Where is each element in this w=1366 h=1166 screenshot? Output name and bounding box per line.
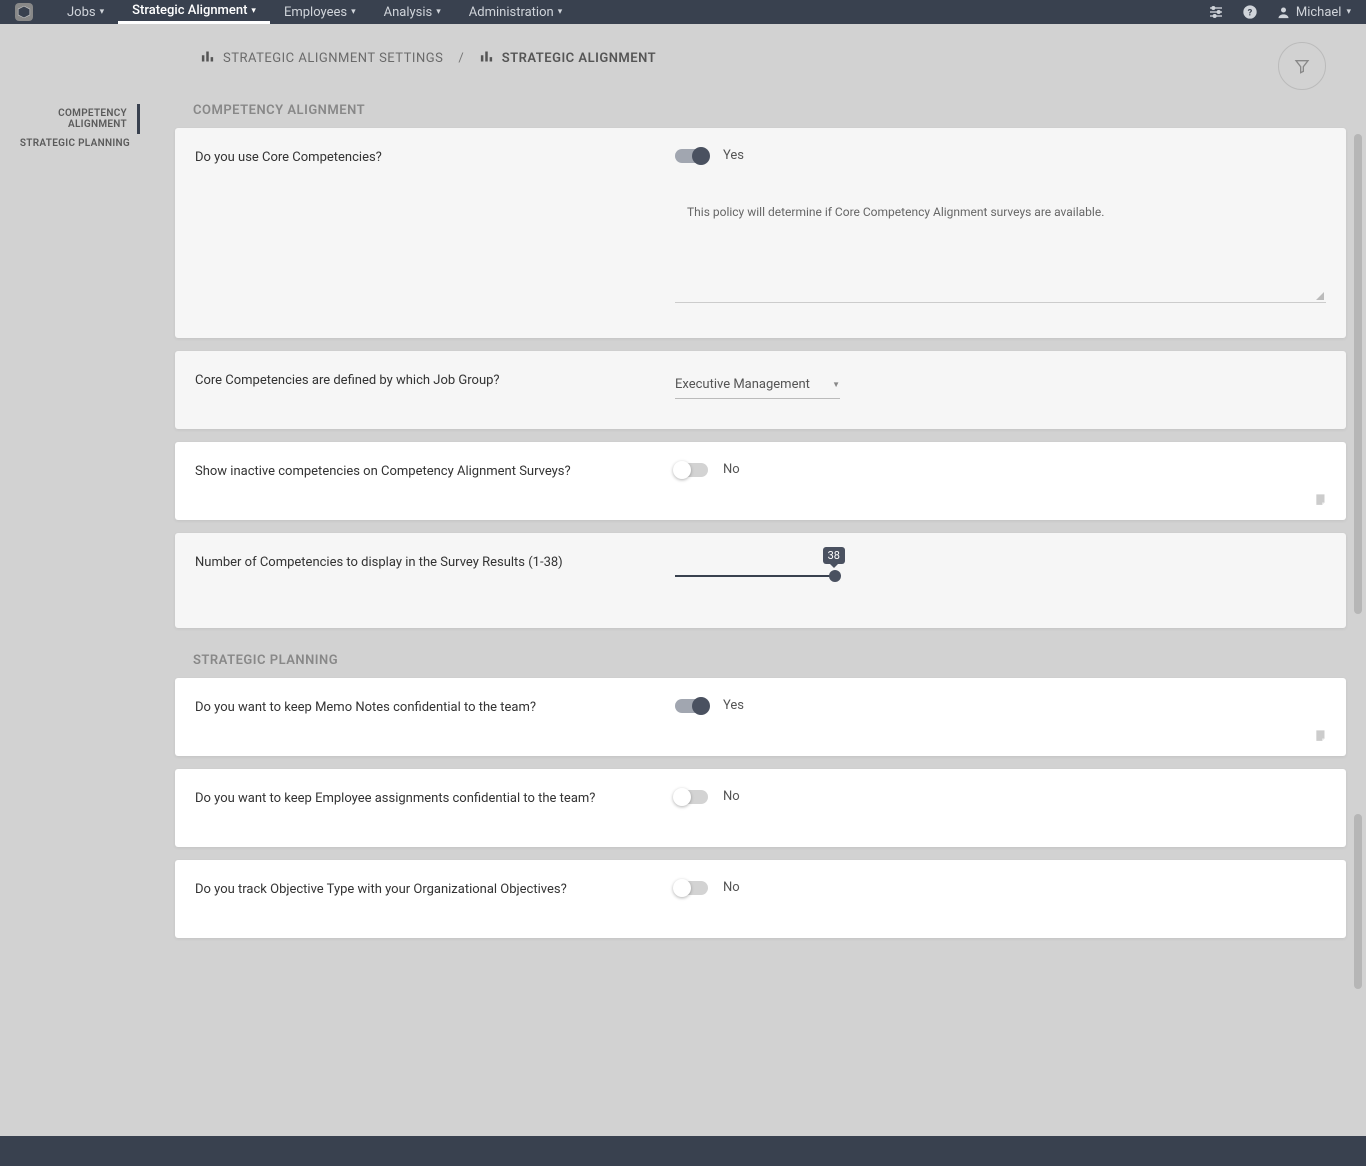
- chevron-down-icon: ▾: [1346, 7, 1351, 17]
- section-title-competency: COMPETENCY ALIGNMENT: [175, 103, 1346, 118]
- toggle-core-competencies[interactable]: [675, 149, 708, 163]
- user-name: Michael: [1296, 5, 1342, 20]
- nav-label: Analysis: [384, 5, 433, 20]
- footer-bar: [0, 1136, 1366, 1166]
- setting-label: Do you want to keep Memo Notes confident…: [195, 698, 675, 736]
- toggle-memo-confidential[interactable]: [675, 699, 708, 713]
- setting-label: Show inactive competencies on Competency…: [195, 462, 675, 500]
- nav-strategic-alignment[interactable]: Strategic Alignment ▾: [118, 0, 270, 24]
- note-icon[interactable]: [1314, 728, 1328, 746]
- toggle-value: No: [723, 789, 740, 804]
- chevron-down-icon: ▾: [436, 7, 441, 17]
- dropdown-caret-icon: ▼: [832, 380, 840, 389]
- section-title-planning: STRATEGIC PLANNING: [175, 653, 1346, 668]
- sidebar-item-strategic-planning[interactable]: STRATEGIC PLANNING: [0, 134, 140, 153]
- setting-job-group: Core Competencies are defined by which J…: [175, 351, 1346, 429]
- setting-objective-type: Do you track Objective Type with your Or…: [175, 860, 1346, 938]
- chevron-down-icon: ▾: [100, 7, 105, 17]
- setting-label: Do you use Core Competencies?: [195, 148, 675, 318]
- toggle-value: No: [723, 880, 740, 895]
- toggle-value: Yes: [723, 698, 744, 713]
- toggle-employee-confidential[interactable]: [675, 790, 708, 804]
- setting-description[interactable]: This policy will determine if Core Compe…: [675, 193, 1326, 303]
- setting-label: Core Competencies are defined by which J…: [195, 371, 675, 409]
- nav-jobs[interactable]: Jobs ▾: [53, 0, 118, 24]
- nav-label: Strategic Alignment: [132, 3, 247, 18]
- scrollbar[interactable]: [1354, 134, 1362, 1136]
- nav-label: Administration: [469, 5, 554, 20]
- breadcrumb-label: STRATEGIC ALIGNMENT: [502, 51, 656, 66]
- setting-memo-confidential: Do you want to keep Memo Notes confident…: [175, 678, 1346, 756]
- setting-label: Number of Competencies to display in the…: [195, 553, 675, 608]
- filter-button[interactable]: [1278, 42, 1326, 90]
- setting-core-competencies: Do you use Core Competencies? Yes This p…: [175, 128, 1346, 338]
- toggle-value: Yes: [723, 148, 744, 163]
- chevron-down-icon: ▾: [558, 7, 563, 17]
- nav-analysis[interactable]: Analysis▾: [370, 0, 455, 24]
- main-content: STRATEGIC ALIGNMENT SETTINGS / STRATEGIC…: [140, 24, 1366, 1136]
- bar-chart-icon: [479, 49, 494, 68]
- nav-label: Jobs: [67, 5, 96, 20]
- setting-employee-confidential: Do you want to keep Employee assignments…: [175, 769, 1346, 847]
- breadcrumb-separator: /: [458, 51, 463, 66]
- setting-num-competencies: Number of Competencies to display in the…: [175, 533, 1346, 628]
- topbar-right: ? Michael ▾: [1208, 4, 1351, 20]
- nav-label: Employees: [284, 5, 347, 20]
- setting-label: Do you track Objective Type with your Or…: [195, 880, 675, 918]
- sidebar: COMPETENCY ALIGNMENT STRATEGIC PLANNING: [0, 24, 140, 1136]
- main-nav: Jobs ▾ Strategic Alignment ▾ Employees ▾ An…: [53, 0, 576, 24]
- setting-show-inactive: Show inactive competencies on Competency…: [175, 442, 1346, 520]
- toggle-value: No: [723, 462, 740, 477]
- toggle-objective-type[interactable]: [675, 881, 708, 895]
- slider-num-competencies[interactable]: 38: [675, 575, 835, 577]
- breadcrumb: STRATEGIC ALIGNMENT SETTINGS / STRATEGIC…: [175, 49, 1346, 68]
- nav-administration[interactable]: Administration ▾: [455, 0, 576, 24]
- select-job-group[interactable]: Executive Management ▼: [675, 371, 840, 399]
- setting-label: Do you want to keep Employee assignments…: [195, 789, 675, 827]
- settings-icon[interactable]: [1208, 4, 1224, 20]
- note-icon[interactable]: [1314, 492, 1328, 510]
- breadcrumb-current: STRATEGIC ALIGNMENT: [479, 49, 656, 68]
- toggle-show-inactive[interactable]: [675, 463, 708, 477]
- app-logo[interactable]: [15, 3, 33, 21]
- nav-employees[interactable]: Employees ▾: [270, 0, 370, 24]
- help-icon[interactable]: ?: [1242, 4, 1258, 20]
- sidebar-item-competency-alignment[interactable]: COMPETENCY ALIGNMENT: [0, 104, 140, 134]
- slider-value: 38: [823, 547, 845, 564]
- user-menu[interactable]: Michael ▾: [1276, 5, 1351, 20]
- page-body: COMPETENCY ALIGNMENT STRATEGIC PLANNING …: [0, 24, 1366, 1136]
- breadcrumb-label: STRATEGIC ALIGNMENT SETTINGS: [223, 51, 443, 66]
- chevron-down-icon: ▾: [351, 7, 356, 17]
- breadcrumb-settings[interactable]: STRATEGIC ALIGNMENT SETTINGS: [200, 49, 443, 68]
- select-value: Executive Management: [675, 377, 810, 392]
- bar-chart-icon: [200, 49, 215, 68]
- chevron-down-icon: ▾: [251, 6, 256, 16]
- svg-text:?: ?: [1248, 7, 1253, 18]
- top-bar: Jobs ▾ Strategic Alignment ▾ Employees ▾ An…: [0, 0, 1366, 24]
